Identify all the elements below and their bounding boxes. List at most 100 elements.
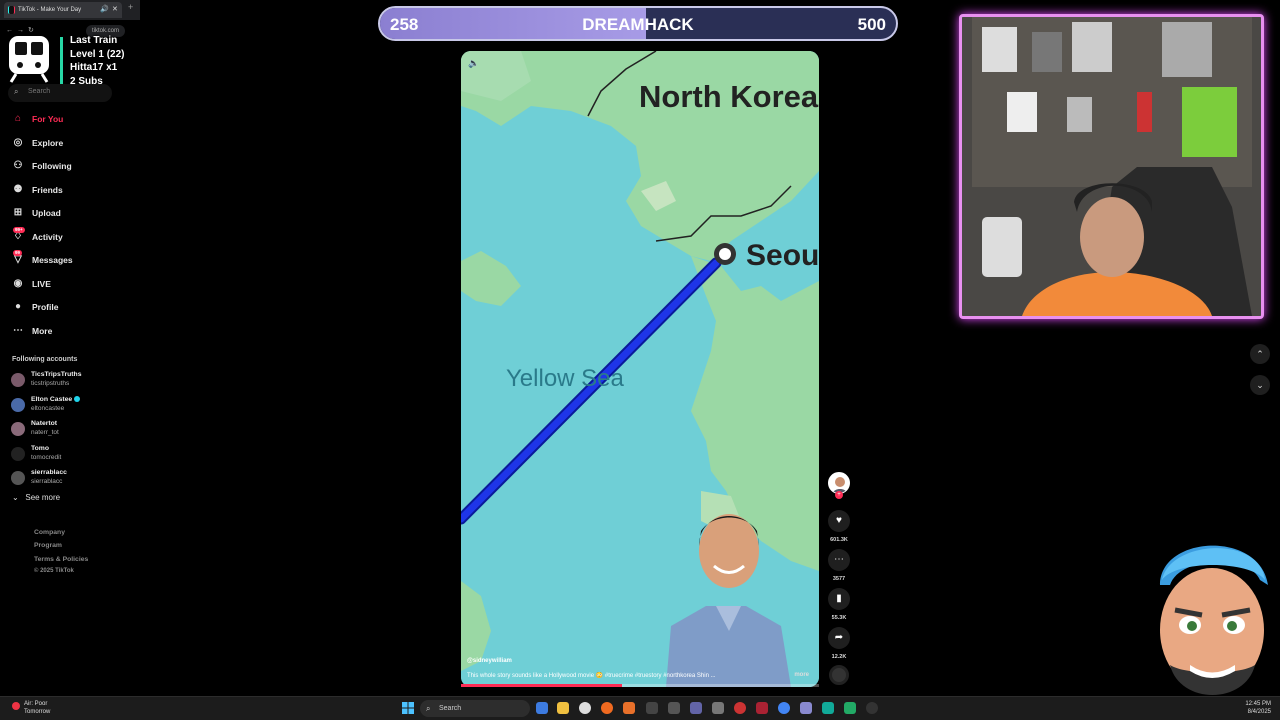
messages-badge: 99	[13, 250, 23, 256]
goal-max: 500	[857, 15, 886, 34]
browser-tab[interactable]: TikTok - Make Your Day 🔊 ✕	[4, 2, 122, 18]
sidebar-item-label: Profile	[32, 302, 59, 312]
sidebar-item-label: LIVE	[32, 278, 51, 289]
avatar	[11, 422, 25, 436]
account-item[interactable]: Natertot naterr_tot	[0, 418, 140, 443]
chevron-down-icon: ⌄	[1256, 380, 1264, 390]
search-placeholder: Search	[28, 88, 51, 95]
more-icon: ⋯	[13, 324, 23, 336]
tiktok-favicon-icon	[8, 6, 15, 14]
verified-icon	[74, 395, 81, 402]
previous-video-button[interactable]: ⌃	[1250, 344, 1270, 364]
app-icon[interactable]	[712, 702, 724, 714]
account-item[interactable]: Tomo tomocredit	[0, 443, 140, 468]
chevron-down-icon: ⌄	[12, 493, 19, 502]
account-handle: naterr_tot	[31, 429, 59, 436]
share-count: 12.2K	[831, 654, 847, 660]
following-icon: ⚇	[13, 160, 23, 171]
save-button[interactable]: ▮ 55.3K	[827, 588, 851, 621]
map-frame: North Korea Seou Yellow Sea	[461, 51, 819, 687]
sidebar-item-friends[interactable]: ⚉ Friends	[0, 181, 140, 205]
footer-link-terms[interactable]: Terms & Policies	[34, 553, 88, 566]
app-icon[interactable]	[756, 702, 768, 714]
file-explorer-icon[interactable]	[557, 702, 569, 714]
weather-line2: Tomorrow	[24, 709, 51, 715]
windows-start-icon[interactable]	[402, 702, 414, 714]
new-tab-icon[interactable]: +	[128, 2, 133, 12]
video-author[interactable]: @sidneywilliam	[467, 658, 512, 664]
sidebar-item-activity[interactable]: ♢ 99+ Activity	[0, 226, 140, 252]
sidebar-item-upload[interactable]: ⊞ Upload	[0, 204, 140, 228]
like-button[interactable]: ♥ 601.3K	[827, 510, 851, 543]
following-accounts-list: TicsTripsTruths ticstripstruths Elton Cas…	[0, 369, 140, 492]
excel-icon[interactable]	[844, 702, 856, 714]
sidebar-item-explore[interactable]: ◎ Explore	[0, 134, 140, 158]
taskbar-search-label: Search	[439, 705, 462, 712]
sidebar-item-more[interactable]: ⋯ More	[0, 322, 140, 346]
obs-icon[interactable]	[866, 702, 878, 714]
search-icon: ⌕	[14, 87, 19, 96]
sidebar-item-label: Friends	[32, 184, 63, 195]
app-icon[interactable]	[734, 702, 746, 714]
account-name: TicsTripsTruths	[31, 371, 82, 378]
footer-link-program[interactable]: Program	[34, 539, 88, 552]
account-item[interactable]: Elton Castee eltoncastee	[0, 394, 140, 419]
sidebar-item-for-you[interactable]: ⌂ For You	[0, 110, 140, 134]
account-handle: eltoncastee	[31, 404, 65, 412]
video-player[interactable]: North Korea Seou Yellow Sea	[461, 51, 819, 687]
discord-icon[interactable]	[690, 702, 702, 714]
sidebar-nav: ⌂ For You ◎ Explore ⚇ Following ⚉ Friends ⊞ U…	[0, 110, 140, 345]
caption-more-button[interactable]: more	[794, 672, 809, 678]
video-caption: This whole story sounds like a Hollywood…	[467, 672, 813, 679]
footer-link-company[interactable]: Company	[34, 526, 88, 539]
account-handle: ticstripstruths	[31, 380, 70, 387]
app-icon[interactable]	[646, 702, 658, 714]
webcam-feed	[962, 17, 1261, 316]
activity-badge: 99+	[13, 226, 25, 233]
bookmark-icon: ▮	[828, 588, 850, 610]
sidebar-item-messages[interactable]: ▽ 99 Messages	[0, 250, 140, 275]
clock-date: 8/4/2025	[1247, 709, 1271, 715]
train-progress-bar	[60, 37, 63, 85]
train-contributor: Hitta17 x1	[70, 62, 118, 73]
heart-icon: ♥	[828, 510, 850, 532]
follow-plus-icon[interactable]: +	[835, 491, 843, 499]
mute-icon[interactable]: 🔈	[468, 58, 479, 69]
search-input[interactable]: ⌕ Search	[8, 84, 112, 102]
taskbar-clock[interactable]: 12:45 PM 8/4/2025	[1243, 700, 1271, 716]
train-logo-icon	[9, 36, 49, 83]
sidebar-item-label: Following	[32, 161, 72, 171]
comment-count: 3577	[832, 576, 846, 582]
app-icon[interactable]	[800, 702, 812, 714]
speaker-icon[interactable]: 🔊	[100, 2, 109, 18]
avatar	[11, 373, 25, 387]
compass-icon: ◎	[13, 136, 23, 148]
account-item[interactable]: TicsTripsTruths ticstripstruths	[0, 369, 140, 394]
close-tab-icon[interactable]: ✕	[112, 2, 118, 18]
app-icon[interactable]	[579, 702, 591, 714]
music-disc-icon[interactable]	[829, 665, 849, 685]
app-icon[interactable]	[822, 702, 834, 714]
comment-button[interactable]: ⋯ 3577	[827, 549, 851, 582]
sidebar-item-label: Explore	[32, 137, 64, 148]
clock-time: 12:45 PM	[1245, 701, 1271, 707]
chrome-icon[interactable]	[778, 702, 790, 714]
sidebar-item-profile[interactable]: ● Profile	[0, 298, 140, 322]
see-more-button[interactable]: ⌄ See more	[12, 493, 60, 502]
account-item[interactable]: sierrablacc sierrablacc	[0, 467, 140, 492]
taskbar-search[interactable]: ⌕ Search	[420, 700, 530, 717]
next-video-button[interactable]: ⌄	[1250, 375, 1270, 395]
share-icon: ➦	[828, 627, 850, 649]
browser-tabbar: TikTok - Make Your Day 🔊 ✕ +	[0, 0, 140, 20]
sidebar-item-label: For You	[32, 114, 64, 124]
firefox-icon[interactable]	[601, 702, 613, 714]
sidebar-item-following[interactable]: ⚇ Following	[0, 157, 140, 181]
sidebar-item-live[interactable]: ◉ LIVE	[0, 275, 140, 299]
calculator-icon[interactable]	[668, 702, 680, 714]
account-handle: tomocredit	[31, 453, 62, 461]
share-button[interactable]: ➦ 12.2K	[827, 627, 851, 660]
live-icon: ◉	[13, 277, 23, 289]
copilot-icon[interactable]	[536, 702, 548, 714]
video-progress-bar[interactable]	[461, 684, 819, 687]
vlc-icon[interactable]	[623, 702, 635, 714]
